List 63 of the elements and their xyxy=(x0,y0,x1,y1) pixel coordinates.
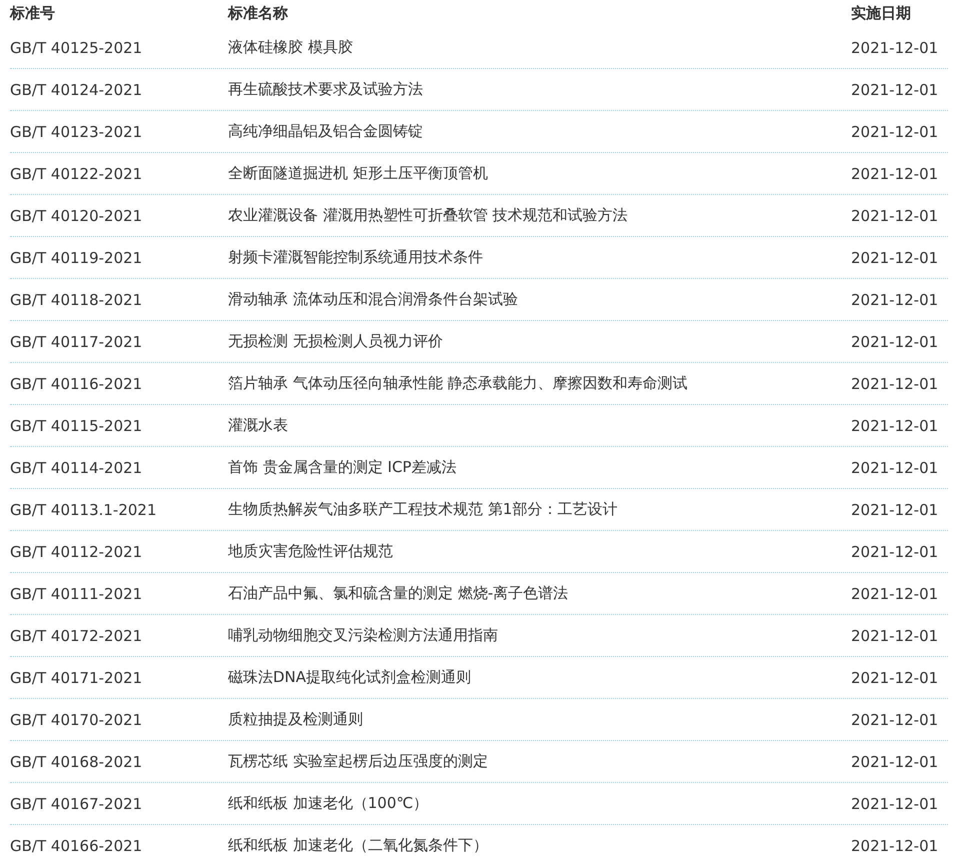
table-cell-text: 2021-12-01 xyxy=(851,752,940,770)
table-cell-text: GB/T 40166-2021 xyxy=(10,836,144,854)
table-cell-text: GB/T 40123-2021 xyxy=(10,122,144,140)
table-cell-text: 箔片轴承 气体动压径向轴承性能 静态承载能力、摩擦因数和寿命测试 xyxy=(228,374,689,393)
table-cell-text: 哺乳动物细胞交叉污染检测方法通用指南 xyxy=(228,626,499,645)
table-cell-text: 2021-12-01 xyxy=(851,836,940,854)
table-cell-text: 2021-12-01 xyxy=(851,122,940,140)
table-cell-text: GB/T 40118-2021 xyxy=(10,290,144,308)
table-cell-text: 高纯净细晶铝及铝合金圆铸锭 xyxy=(228,122,424,141)
table-cell-text: 2021-12-01 xyxy=(851,80,940,98)
table-cell-text: 石油产品中氟、氯和硫含量的测定 燃烧-离子色谱法 xyxy=(228,584,570,603)
table-cell-text: GB/T 40168-2021 xyxy=(10,752,144,770)
column-header: 实施日期 xyxy=(851,4,912,23)
column-header: 标准号 xyxy=(10,4,56,23)
table-cell-text: 2021-12-01 xyxy=(851,248,940,266)
table-cell-text: 地质灾害危险性评估规范 xyxy=(228,542,394,561)
table-cell-text: 2021-12-01 xyxy=(851,38,940,56)
table-cell-text: 纸和纸板 加速老化（二氧化氮条件下） xyxy=(228,836,489,855)
table-cell-text: 生物质热解炭气油多联产工程技术规范 第1部分：工艺设计 xyxy=(228,500,618,519)
table-cell-text: GB/T 40120-2021 xyxy=(10,206,144,224)
table-cell-text: 2021-12-01 xyxy=(851,332,940,350)
table-cell-text: 首饰 贵金属含量的测定 ICP差减法 xyxy=(228,458,458,477)
table-cell-text: GB/T 40115-2021 xyxy=(10,416,144,434)
table-cell-text: 2021-12-01 xyxy=(851,206,940,224)
table-cell-text: GB/T 40111-2021 xyxy=(10,584,144,602)
table-cell-text: GB/T 40122-2021 xyxy=(10,164,144,182)
table-cell-text: 2021-12-01 xyxy=(851,500,940,518)
table-cell-text: 2021-12-01 xyxy=(851,710,940,728)
table-cell-text: GB/T 40116-2021 xyxy=(10,374,144,392)
table-cell-text: GB/T 40170-2021 xyxy=(10,710,144,728)
table-cell-text: GB/T 40125-2021 xyxy=(10,38,144,56)
table-cell-text: 滑动轴承 流体动压和混合润滑条件台架试验 xyxy=(228,290,519,309)
table-cell-text: 2021-12-01 xyxy=(851,626,940,644)
table-cell-text: GB/T 40124-2021 xyxy=(10,80,144,98)
table-cell-text: 2021-12-01 xyxy=(851,794,940,812)
table-cell-text: 纸和纸板 加速老化（100℃） xyxy=(228,794,430,813)
table-cell-text: 农业灌溉设备 灌溉用热塑性可折叠软管 技术规范和试验方法 xyxy=(228,206,629,225)
table-cell-text: 2021-12-01 xyxy=(851,584,940,602)
table-cell-text: 2021-12-01 xyxy=(851,458,940,476)
column-header: 标准名称 xyxy=(228,4,289,23)
table-cell-text: 无损检测 无损检测人员视力评价 xyxy=(228,332,444,351)
table-cell-text: GB/T 40171-2021 xyxy=(10,668,144,686)
table-cell-text: 2021-12-01 xyxy=(851,668,940,686)
table-cell-text: GB/T 40114-2021 xyxy=(10,458,144,476)
table-cell-text: 射频卡灌溉智能控制系统通用技术条件 xyxy=(228,248,484,267)
table-cell-text: 2021-12-01 xyxy=(851,416,940,434)
table-cell-text: 全断面隧道掘进机 矩形土压平衡顶管机 xyxy=(228,164,489,183)
table-cell-text: 再生硫酸技术要求及试验方法 xyxy=(228,80,424,99)
table-cell-text: 2021-12-01 xyxy=(851,164,940,182)
table-cell-text: 液体硅橡胶 模具胶 xyxy=(228,38,354,57)
table-cell-text: GB/T 40119-2021 xyxy=(10,248,144,266)
table-cell-text: GB/T 40167-2021 xyxy=(10,794,144,812)
table-cell-text: GB/T 40172-2021 xyxy=(10,626,144,644)
table-cell-text: 2021-12-01 xyxy=(851,290,940,308)
table-cell-text: 瓦楞芯纸 实验室起楞后边压强度的测定 xyxy=(228,752,489,771)
table-cell-text: GB/T 40113.1-2021 xyxy=(10,500,158,518)
table-cell-text: 2021-12-01 xyxy=(851,542,940,560)
table-cell-text: GB/T 40117-2021 xyxy=(10,332,144,350)
table-cell-text: 磁珠法DNA提取纯化试剂盒检测通则 xyxy=(228,668,472,687)
table-cell-text: 灌溉水表 xyxy=(228,416,289,435)
table-cell-text: 质粒抽提及检测通则 xyxy=(228,710,364,729)
table-cell-text: 2021-12-01 xyxy=(851,374,940,392)
table-cell-text: GB/T 40112-2021 xyxy=(10,542,144,560)
